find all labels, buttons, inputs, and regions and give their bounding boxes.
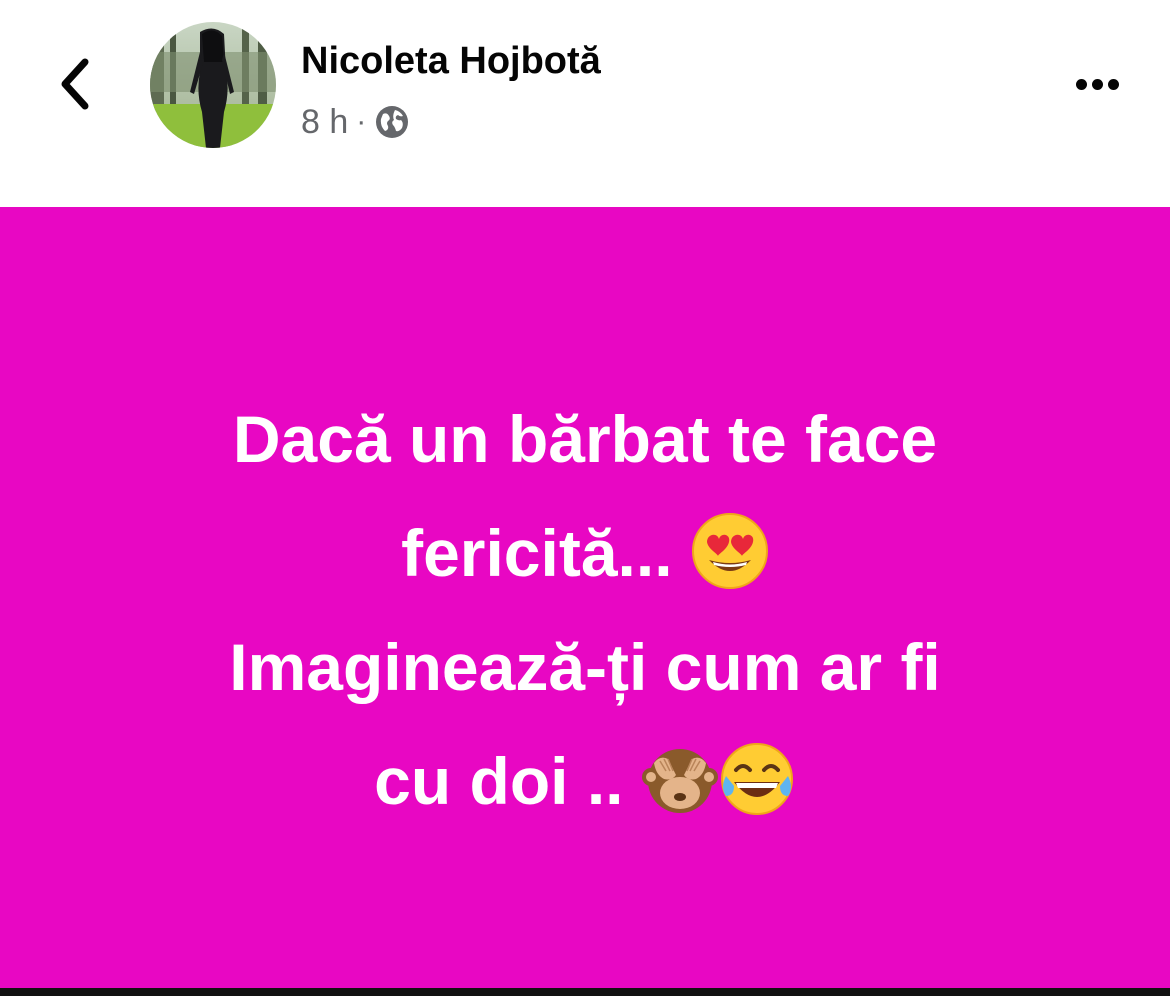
avatar-photo — [150, 22, 276, 148]
post-line: fericită... — [95, 496, 1075, 610]
post-page: Nicoleta Hojbotă 8 h · Dacă un bărbat te… — [0, 0, 1170, 996]
heart-eyes-emoji — [691, 513, 768, 590]
post-background: Dacă un bărbat te face fericită... Imagi… — [0, 207, 1170, 988]
post-line: Imaginează-ți cum ar fi — [95, 610, 1075, 724]
post-line: Dacă un bărbat te face — [95, 382, 1075, 496]
more-dot — [1091, 78, 1103, 90]
see-no-evil-monkey-emoji — [641, 749, 718, 814]
post-line-text: Dacă un bărbat te face — [232, 401, 938, 476]
tears-of-joy-emoji — [720, 743, 793, 816]
back-button[interactable] — [48, 52, 100, 116]
meta-separator: · — [356, 105, 367, 138]
post-line-text: cu doi .. — [374, 743, 624, 818]
avatar[interactable] — [150, 22, 276, 148]
chevron-left-icon — [61, 58, 89, 110]
post-meta: 8 h · — [301, 102, 410, 142]
post-text: Dacă un bărbat te face fericită... Imagi… — [95, 358, 1075, 838]
globe-icon[interactable] — [374, 104, 410, 140]
post-time[interactable]: 8 h — [301, 103, 348, 142]
more-horizontal-icon — [1075, 78, 1087, 90]
author-name[interactable]: Nicoleta Hojbotă — [301, 40, 601, 83]
post-header: Nicoleta Hojbotă 8 h · — [0, 0, 1170, 207]
post-line: cu doi .. — [95, 724, 1075, 838]
bottom-bar — [0, 988, 1170, 996]
post-line-text: fericită... — [401, 515, 673, 590]
more-dot — [1107, 78, 1119, 90]
more-options-button[interactable] — [1062, 62, 1132, 106]
post-line-text: Imaginează-ți cum ar fi — [229, 629, 941, 704]
